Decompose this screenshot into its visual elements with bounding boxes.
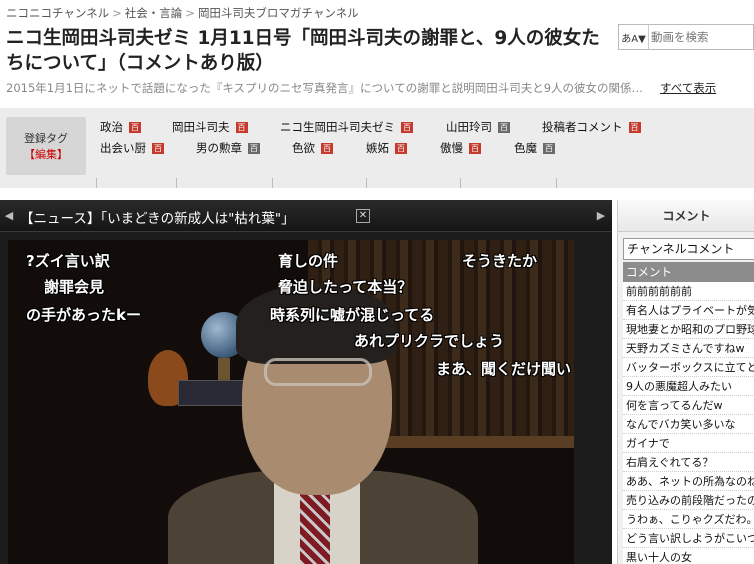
divider: [556, 178, 557, 188]
tag-item[interactable]: 投稿者コメント百: [542, 119, 641, 135]
search-input[interactable]: [651, 27, 751, 47]
list-item[interactable]: 有名人はプライベートが気: [623, 301, 754, 320]
dictionary-icon[interactable]: 百: [152, 142, 164, 154]
tag-item[interactable]: 色魔百: [514, 140, 555, 156]
search-box: あA▼: [618, 24, 754, 50]
tag-item[interactable]: 嫉妬百: [366, 140, 407, 156]
dictionary-icon[interactable]: 百: [395, 142, 407, 154]
tag-register-label: 登録タグ: [24, 132, 68, 145]
danmaku-comment: 謝罪会見: [44, 278, 105, 296]
divider: [96, 178, 97, 188]
list-item[interactable]: なんでバカ笑い多いな: [623, 415, 754, 434]
tag-label: 傲慢: [440, 141, 463, 155]
danmaku-comment: の手があったkー: [26, 306, 141, 324]
list-item[interactable]: 前前前前前前: [623, 282, 754, 301]
tag-item[interactable]: ニコ生岡田斗司夫ゼミ百: [280, 119, 413, 135]
list-item[interactable]: 現地妻とか昭和のプロ野球: [623, 320, 754, 339]
tag-label: 岡田斗司夫: [172, 120, 230, 134]
dictionary-icon[interactable]: 百: [248, 142, 260, 154]
comment-panel: コメント チャンネルコメント コメント 前前前前前前 有名人はプライベートが気 …: [617, 200, 754, 564]
tag-label: 政治: [100, 120, 123, 134]
news-ticker[interactable]: 【ニュース】「いまどきの新成人は"枯れ葉"」: [20, 207, 295, 227]
list-item[interactable]: うわぁ、こりゃクズだわ。: [623, 510, 754, 529]
tag-item[interactable]: 岡田斗司夫百: [172, 119, 248, 135]
divider: [366, 178, 367, 188]
breadcrumb-item-channel[interactable]: 岡田斗司夫ブロマガチャンネル: [198, 6, 359, 20]
danmaku-comment: あれプリクラでしょう: [354, 332, 505, 350]
danmaku-comment: 育しの件: [278, 252, 339, 270]
dictionary-icon[interactable]: 百: [129, 121, 141, 133]
tag-label: 色欲: [292, 141, 315, 155]
breadcrumb-separator: >: [185, 6, 195, 20]
dictionary-icon[interactable]: 百: [235, 121, 248, 133]
breadcrumb-item-niconico-channel[interactable]: ニコニコチャンネル: [6, 6, 109, 20]
breadcrumb-item-category[interactable]: 社会・言論: [125, 6, 183, 20]
list-item[interactable]: 右肩えぐれてる？: [623, 453, 754, 472]
list-item[interactable]: バッターボックスに立てと: [623, 358, 754, 377]
danmaku-comment: 脅迫したって本当？: [278, 278, 413, 296]
dictionary-icon[interactable]: 百: [543, 142, 555, 154]
breadcrumb-separator: >: [112, 6, 122, 20]
list-item[interactable]: 天野カズミさんですねw: [623, 339, 754, 358]
dictionary-icon[interactable]: 百: [469, 142, 481, 154]
tag-item[interactable]: 出会い厨百: [100, 140, 164, 156]
comment-list[interactable]: 前前前前前前 有名人はプライベートが気 現地妻とか昭和のプロ野球 天野カズミさん…: [623, 282, 754, 564]
chevron-right-icon[interactable]: ▶: [596, 208, 606, 224]
chevron-left-icon[interactable]: ◀: [4, 208, 14, 224]
tag-item[interactable]: 傲慢百: [440, 140, 481, 156]
tag-label: ニコ生岡田斗司夫ゼミ: [280, 120, 395, 134]
tag-bar: 登録タグ 【編集】 政治百 岡田斗司夫百 ニコ生岡田斗司夫ゼミ百 山田玲司百 投…: [0, 108, 754, 188]
tag-label: 嫉妬: [366, 141, 389, 155]
video-player: ◀ 【ニュース】「いまどきの新成人は"枯れ葉"」 ✕ ▶ ?ズイ言い訳 育しの件…: [0, 200, 612, 564]
close-icon[interactable]: ✕: [356, 209, 370, 223]
video-person-glasses: [264, 358, 372, 386]
danmaku-comment: 時系列に嘘が混じってる: [270, 306, 435, 324]
video-screen[interactable]: ?ズイ言い訳 育しの件 そうきたか 謝罪会見 脅迫したって本当？ の手があったk…: [8, 240, 574, 564]
tag-label: 色魔: [514, 141, 537, 155]
comment-list-header[interactable]: コメント: [623, 262, 754, 282]
dictionary-icon[interactable]: 百: [498, 121, 510, 133]
tag-item[interactable]: 男の勲章百: [196, 140, 260, 156]
search-type-selector[interactable]: あA▼: [619, 25, 649, 49]
dictionary-icon[interactable]: 百: [401, 121, 413, 133]
tag-label: 出会い厨: [100, 141, 146, 155]
video-description: 2015年1月1日にネットで話題になった『キスプリのニセ写真発言』についての謝罪…: [6, 81, 644, 95]
player-top-bar: ◀ 【ニュース】「いまどきの新成人は"枯れ葉"」 ✕ ▶: [0, 200, 612, 232]
tag-label: 投稿者コメント: [542, 120, 623, 134]
danmaku-comment: まあ、聞くだけ聞い: [436, 360, 572, 378]
danmaku-comment: ?ズイ言い訳: [26, 252, 110, 270]
divider: [272, 178, 273, 188]
list-item[interactable]: 9人の悪魔超人みたい: [623, 377, 754, 396]
tag-item[interactable]: 政治百: [100, 119, 141, 135]
dictionary-icon[interactable]: 百: [628, 121, 641, 133]
tag-item[interactable]: 色欲百: [292, 140, 333, 156]
divider: [460, 178, 461, 188]
tag-label: 山田玲司: [446, 120, 492, 134]
danmaku-comment: そうきたか: [462, 252, 538, 270]
list-item[interactable]: 何を言ってるんだw: [623, 396, 754, 415]
list-item[interactable]: ああ、ネットの所為なのね: [623, 472, 754, 491]
video-title: ニコ生岡田斗司夫ゼミ 1月11日号「岡田斗司夫の謝罪と、9人の彼女たちについて」…: [6, 28, 600, 74]
list-item[interactable]: 黒い十人の女: [623, 548, 754, 564]
list-item[interactable]: 売り込みの前段階だったの: [623, 491, 754, 510]
comment-panel-title: コメント: [618, 200, 754, 232]
comment-source-select[interactable]: チャンネルコメント: [623, 238, 754, 260]
list-item[interactable]: ガイナで: [623, 434, 754, 453]
tag-edit-label: 【編集】: [24, 148, 68, 161]
breadcrumb: ニコニコチャンネル > 社会・言論 > 岡田斗司夫ブロマガチャンネル: [6, 5, 359, 21]
tag-register-button[interactable]: 登録タグ 【編集】: [6, 117, 86, 175]
divider: [176, 178, 177, 188]
dictionary-icon[interactable]: 百: [321, 142, 333, 154]
list-item[interactable]: どう言い訳しようがこいつ: [623, 529, 754, 548]
show-all-link[interactable]: すべて表示: [660, 80, 716, 96]
tag-item[interactable]: 山田玲司百: [446, 119, 510, 135]
tag-label: 男の勲章: [196, 141, 242, 155]
